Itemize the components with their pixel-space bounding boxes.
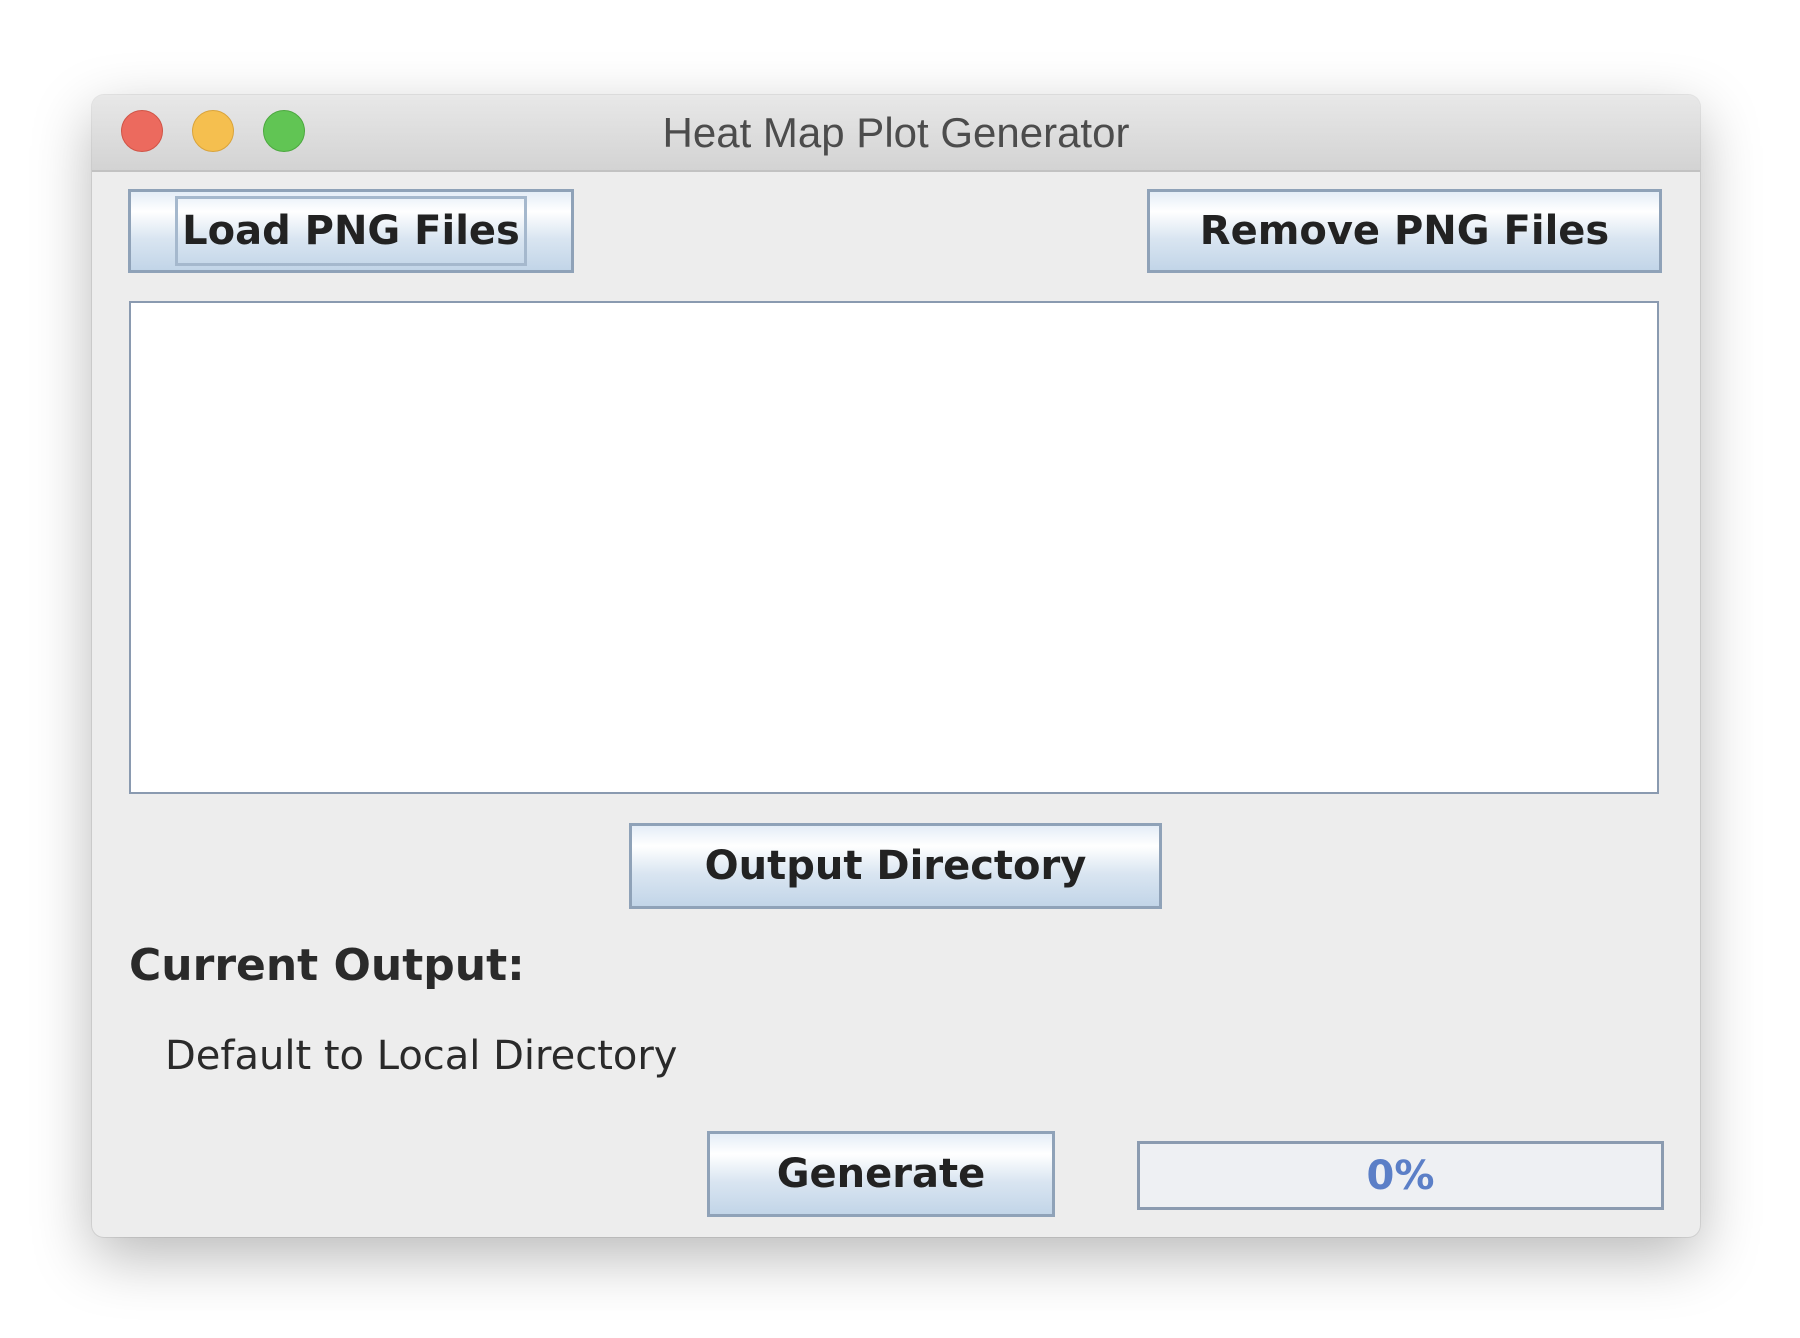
app-window: Heat Map Plot Generator Load PNG Files R…	[92, 95, 1700, 1237]
title-bar[interactable]: Heat Map Plot Generator	[92, 95, 1700, 172]
remove-png-files-button[interactable]: Remove PNG Files	[1147, 189, 1662, 273]
current-output-value: Default to Local Directory	[165, 1033, 678, 1079]
generate-button[interactable]: Generate	[707, 1131, 1055, 1217]
progress-bar: 0%	[1137, 1141, 1664, 1210]
load-png-files-label: Load PNG Files	[175, 196, 527, 266]
output-directory-button[interactable]: Output Directory	[629, 823, 1162, 909]
current-output-label: Current Output:	[129, 940, 525, 991]
window-title: Heat Map Plot Generator	[662, 109, 1130, 156]
load-png-files-button[interactable]: Load PNG Files	[128, 189, 574, 273]
progress-text: 0%	[1366, 1152, 1435, 1199]
file-list[interactable]	[129, 301, 1659, 794]
